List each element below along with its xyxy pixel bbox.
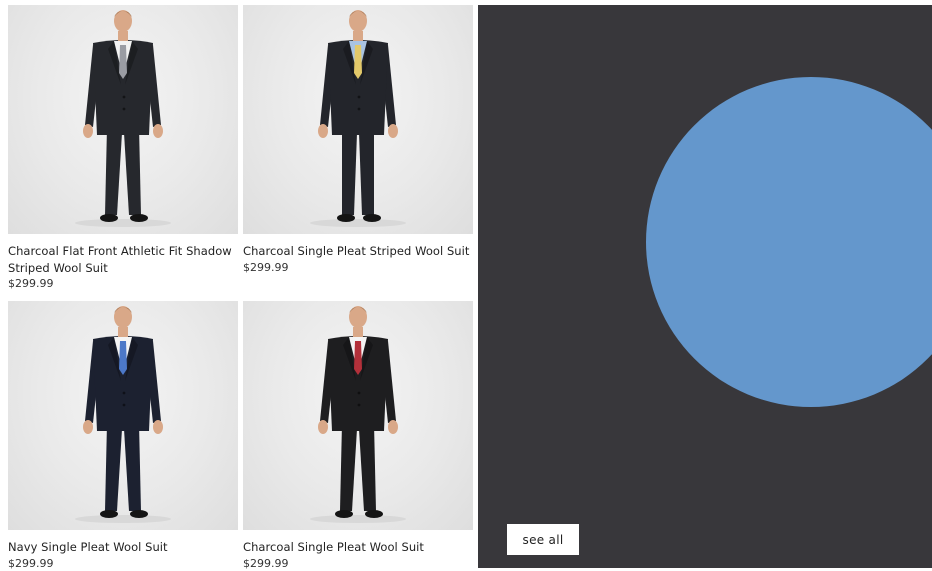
model-illustration xyxy=(75,306,171,523)
product-price: $299.99 xyxy=(8,277,54,290)
promo-panel: see all xyxy=(478,5,932,568)
product-price: $299.99 xyxy=(243,556,289,570)
product-image[interactable] xyxy=(8,5,238,234)
product-card[interactable]: Charcoal Single Pleat Wool Suit $299.99 xyxy=(243,301,473,571)
product-card[interactable]: Charcoal Single Pleat Striped Wool Suit … xyxy=(243,5,473,275)
promo-circle xyxy=(646,77,932,407)
see-all-button[interactable]: see all xyxy=(507,524,579,555)
product-grid: Charcoal Flat Front Athletic Fit Shadow … xyxy=(8,5,474,571)
model-illustration xyxy=(310,10,406,227)
product-card[interactable]: Navy Single Pleat Wool Suit $299.99 xyxy=(8,301,238,571)
product-title[interactable]: Navy Single Pleat Wool Suit xyxy=(8,539,238,556)
product-title[interactable]: Charcoal Flat Front Athletic Fit Shadow … xyxy=(8,243,238,276)
product-title[interactable]: Charcoal Single Pleat Wool Suit xyxy=(243,539,473,556)
product-image[interactable] xyxy=(8,301,238,530)
product-image[interactable] xyxy=(243,301,473,530)
product-price: $299.99 xyxy=(243,260,289,274)
product-title[interactable]: Charcoal Single Pleat Striped Wool Suit xyxy=(243,243,473,260)
product-price: $299.99 xyxy=(8,556,54,570)
model-illustration xyxy=(75,10,171,227)
model-illustration xyxy=(310,306,406,523)
product-card[interactable]: Charcoal Flat Front Athletic Fit Shadow … xyxy=(8,5,238,291)
product-image[interactable] xyxy=(243,5,473,234)
